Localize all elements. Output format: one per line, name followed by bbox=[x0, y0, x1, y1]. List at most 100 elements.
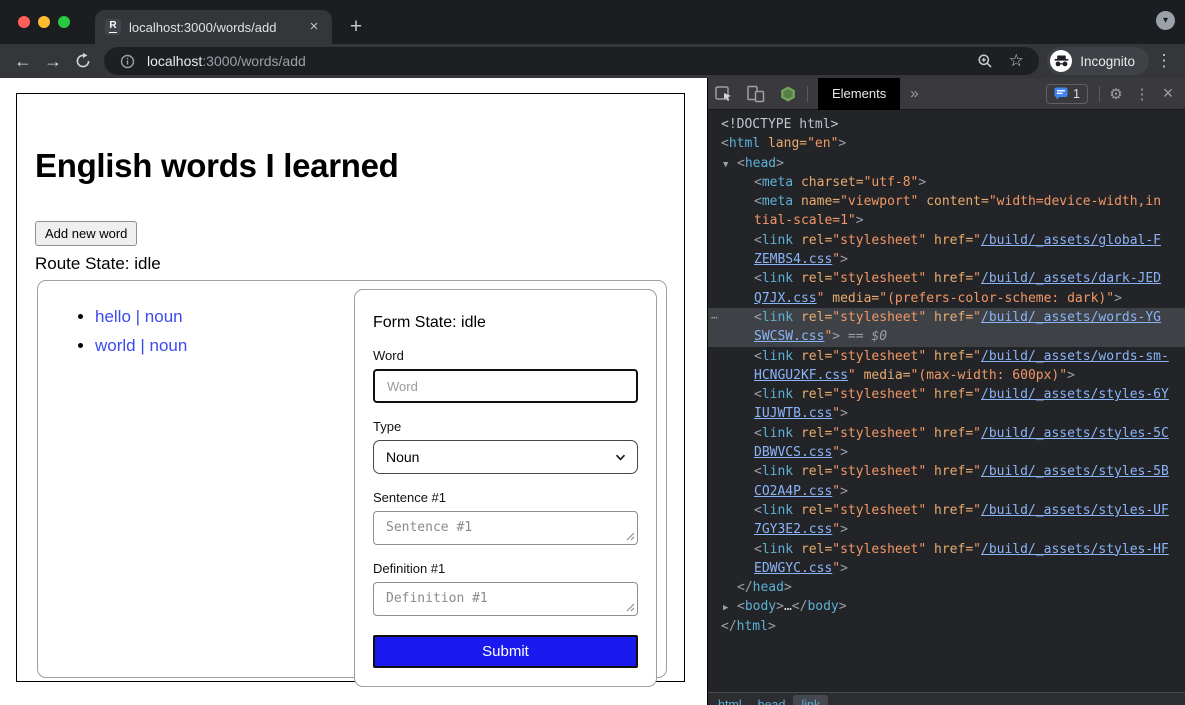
incognito-label: Incognito bbox=[1080, 54, 1135, 69]
bookmark-star-icon[interactable]: ☆ bbox=[1005, 53, 1027, 69]
browser-window: R localhost:3000/words/add × + ▾ ← → lo bbox=[0, 0, 1185, 705]
reload-icon bbox=[75, 53, 91, 69]
browser-toolbar: ← → localhost:3000/words/add bbox=[0, 44, 1185, 78]
issues-bubble-icon bbox=[1054, 87, 1068, 100]
code-row[interactable]: <!DOCTYPE html> bbox=[708, 115, 1185, 134]
green-hexagon-icon bbox=[779, 85, 797, 103]
form-state-text: Form State: idle bbox=[373, 314, 638, 332]
word-link[interactable]: world | noun bbox=[95, 336, 187, 355]
device-toolbar-button[interactable] bbox=[740, 78, 772, 110]
breadcrumb-item[interactable]: link bbox=[793, 695, 828, 705]
devtools-toolbar: Elements » 1 ⚙ ⋮ × bbox=[708, 78, 1185, 110]
devtools-settings-icon[interactable]: ⚙ bbox=[1103, 85, 1129, 103]
new-tab-button[interactable]: + bbox=[344, 15, 368, 39]
browser-menu-icon[interactable]: ⋮ bbox=[1153, 51, 1175, 71]
breadcrumb: htmlheadlink bbox=[708, 693, 1185, 705]
code-row[interactable]: <meta charset="utf-8"> bbox=[708, 173, 1185, 192]
sentence-textarea[interactable] bbox=[373, 511, 638, 545]
code-row[interactable]: SWCSW.css"> == $0 bbox=[708, 327, 1185, 346]
code-row[interactable]: Q7JX.css" media="(prefers-color-scheme: … bbox=[708, 289, 1185, 308]
devtools-overflow-icon[interactable]: ⋮ bbox=[1129, 85, 1155, 103]
devtools-close-icon[interactable]: × bbox=[1155, 83, 1181, 104]
type-label: Type bbox=[373, 419, 638, 434]
back-button[interactable]: ← bbox=[10, 48, 36, 74]
breadcrumb-item[interactable]: head bbox=[750, 695, 794, 705]
window-zoom-button[interactable] bbox=[58, 16, 70, 28]
node-extension-button[interactable] bbox=[772, 78, 804, 110]
devtools-panel: Elements » 1 ⚙ ⋮ × bbox=[707, 78, 1185, 705]
add-word-form: Form State: idle Word Type Noun Sentence… bbox=[354, 289, 657, 687]
window-minimize-button[interactable] bbox=[38, 16, 50, 28]
code-row[interactable]: ⋯<link rel="stylesheet" href="/build/_as… bbox=[708, 308, 1185, 327]
more-tabs-icon[interactable]: » bbox=[900, 85, 928, 102]
traffic-lights bbox=[18, 0, 70, 44]
node-options-icon[interactable]: ⋯ bbox=[711, 308, 717, 327]
code-row[interactable]: <html lang="en"> bbox=[708, 134, 1185, 153]
magnifier-plus-icon bbox=[977, 53, 993, 69]
definition-label: Definition #1 bbox=[373, 561, 638, 576]
code-row[interactable]: </html> bbox=[708, 617, 1185, 636]
expanded-arrow-icon[interactable]: ▼ bbox=[723, 156, 737, 173]
issues-count: 1 bbox=[1073, 87, 1080, 101]
tab-strip: R localhost:3000/words/add × + ▾ bbox=[0, 0, 1185, 44]
collapsed-arrow-icon[interactable]: ▶ bbox=[723, 599, 737, 616]
tab-close-icon[interactable]: × bbox=[306, 19, 322, 35]
code-row[interactable]: <link rel="stylesheet" href="/build/_ass… bbox=[708, 231, 1185, 250]
inspect-element-button[interactable] bbox=[708, 78, 740, 110]
code-row[interactable]: <link rel="stylesheet" href="/build/_ass… bbox=[708, 501, 1185, 520]
incognito-icon bbox=[1050, 50, 1072, 72]
words-panel: hello | noun world | noun Form State: idl… bbox=[37, 280, 667, 678]
remix-favicon-icon: R bbox=[105, 19, 121, 35]
code-row[interactable]: <link rel="stylesheet" href="/build/_ass… bbox=[708, 347, 1185, 366]
browser-tab[interactable]: R localhost:3000/words/add × bbox=[95, 10, 332, 44]
code-row[interactable]: DBWVCS.css"> bbox=[708, 443, 1185, 462]
word-input[interactable] bbox=[373, 369, 638, 403]
sentence-label: Sentence #1 bbox=[373, 490, 638, 505]
code-row[interactable]: <link rel="stylesheet" href="/build/_ass… bbox=[708, 385, 1185, 404]
code-row[interactable]: <link rel="stylesheet" href="/build/_ass… bbox=[708, 540, 1185, 559]
code-row[interactable]: ▼<head> bbox=[708, 154, 1185, 173]
incognito-badge: Incognito bbox=[1047, 47, 1149, 75]
route-state-text: Route State: idle bbox=[35, 254, 684, 274]
devtools-statusbar: htmlheadlink bbox=[708, 692, 1185, 705]
code-row[interactable]: </head> bbox=[708, 578, 1185, 597]
code-row[interactable]: <link rel="stylesheet" href="/build/_ass… bbox=[708, 269, 1185, 288]
url-text[interactable]: localhost:3000/words/add bbox=[147, 53, 306, 69]
type-select[interactable]: Noun bbox=[373, 440, 638, 474]
issues-counter[interactable]: 1 bbox=[1046, 84, 1088, 104]
page-viewport: English words I learned Add new word Rou… bbox=[0, 78, 707, 705]
window-close-button[interactable] bbox=[18, 16, 30, 28]
code-row[interactable]: IUJWTB.css"> bbox=[708, 404, 1185, 423]
site-info-icon[interactable] bbox=[116, 54, 138, 69]
submit-button[interactable]: Submit bbox=[373, 635, 638, 668]
code-row[interactable]: <meta name="viewport" content="width=dev… bbox=[708, 192, 1185, 211]
toolbar-divider bbox=[807, 86, 808, 102]
code-row[interactable]: EDWGYC.css"> bbox=[708, 559, 1185, 578]
breadcrumb-item[interactable]: html bbox=[710, 695, 750, 705]
code-row[interactable]: <link rel="stylesheet" href="/build/_ass… bbox=[708, 462, 1185, 481]
url-host: localhost bbox=[147, 53, 202, 69]
forward-button[interactable]: → bbox=[40, 48, 66, 74]
code-row[interactable]: CO2A4P.css"> bbox=[708, 482, 1185, 501]
word-link[interactable]: hello | noun bbox=[95, 307, 183, 326]
code-row[interactable]: <link rel="stylesheet" href="/build/_ass… bbox=[708, 424, 1185, 443]
code-row[interactable]: HCNGU2KF.css" media="(max-width: 600px)"… bbox=[708, 366, 1185, 385]
add-new-word-button[interactable]: Add new word bbox=[35, 221, 137, 246]
inspect-cursor-icon bbox=[714, 84, 734, 104]
code-row[interactable]: ZEMBS4.css"> bbox=[708, 250, 1185, 269]
zoom-page-button[interactable] bbox=[974, 53, 996, 69]
definition-textarea[interactable] bbox=[373, 582, 638, 616]
url-path: :3000/words/add bbox=[202, 53, 306, 69]
tab-elements[interactable]: Elements bbox=[818, 78, 900, 110]
device-icon bbox=[746, 85, 766, 103]
tab-search-button[interactable]: ▾ bbox=[1156, 11, 1175, 30]
reload-button[interactable] bbox=[70, 48, 96, 74]
code-row[interactable]: 7GY3E2.css"> bbox=[708, 520, 1185, 539]
app-container: English words I learned Add new word Rou… bbox=[16, 93, 685, 682]
code-row[interactable]: ▶<body>…</body> bbox=[708, 597, 1185, 616]
elements-tree[interactable]: <!DOCTYPE html><html lang="en">▼<head><m… bbox=[708, 110, 1185, 692]
toolbar-divider bbox=[1099, 86, 1100, 102]
address-bar[interactable]: localhost:3000/words/add ☆ bbox=[104, 47, 1039, 75]
code-row[interactable]: tial-scale=1"> bbox=[708, 211, 1185, 230]
page-title: English words I learned bbox=[35, 147, 684, 185]
